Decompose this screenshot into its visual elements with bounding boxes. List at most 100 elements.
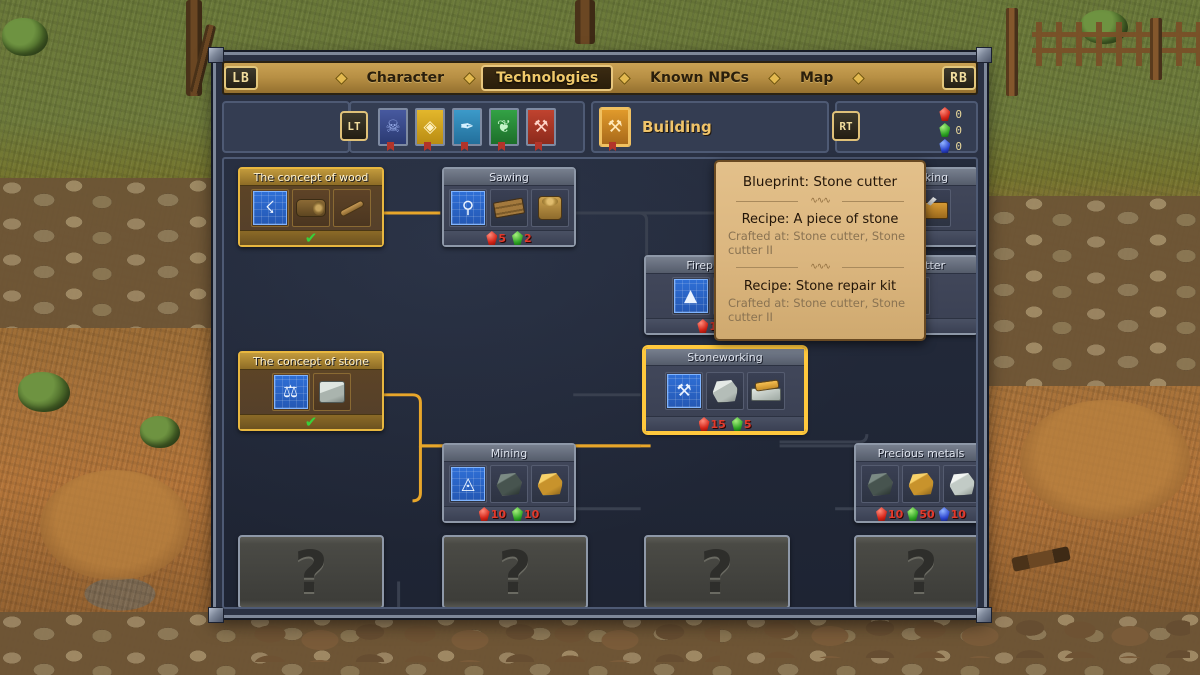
tooltip-divider: ∿∿∿: [728, 196, 912, 206]
green-gem-icon: [939, 123, 951, 137]
tab-known-npcs[interactable]: Known NPCs: [636, 66, 763, 90]
category-book-tool[interactable]: ⚒: [526, 108, 556, 146]
stick-icon: [338, 198, 366, 218]
category-strip-left-panel: [222, 101, 350, 153]
tech-node-title: Sawing: [444, 169, 574, 186]
tech-node-mining[interactable]: Mining ◬ 10 10: [442, 443, 576, 523]
bush-decoration: [140, 416, 180, 448]
category-book-skull[interactable]: ☠: [378, 108, 408, 146]
category-book-plant[interactable]: ❦: [489, 108, 519, 146]
gold-ore-icon: [537, 472, 563, 496]
red-gem-icon: [939, 107, 951, 121]
category-book-list: ☠ ◈ ✒ ❦ ⚒: [349, 101, 585, 153]
item-slot: ⚖: [271, 373, 310, 411]
bush-decoration: [2, 18, 48, 56]
tech-node-icons: ⚒: [646, 366, 804, 416]
rock-decoration: [760, 618, 1190, 658]
plant-icon: ❦: [496, 116, 512, 137]
cost-value: 50: [919, 507, 935, 521]
building-icon: ⚒: [607, 116, 623, 137]
tech-node-icons: [856, 462, 976, 506]
planks-icon: [492, 197, 526, 219]
feather-icon: ✒: [459, 116, 475, 137]
dark-ore-icon: [496, 472, 522, 496]
tech-node-sawing[interactable]: Sawing ⚲ 5 2: [442, 167, 576, 247]
tech-node-status: ✔: [240, 229, 382, 247]
cost-value: 10: [490, 507, 506, 521]
tech-node-precious-metals[interactable]: Precious metals 10 50 10: [854, 443, 976, 523]
tech-node-locked-1[interactable]: ?: [238, 535, 384, 607]
item-slot: [706, 372, 744, 410]
item-slot: ☇: [251, 189, 289, 227]
lb-bumper-button[interactable]: LB: [224, 66, 258, 90]
tooltip-crafted-at-1: Crafted at: Stone cutter, Stone cutter I…: [728, 229, 906, 258]
question-mark-icon: ?: [700, 538, 734, 606]
item-slot: ◬: [449, 465, 487, 503]
stump-icon: [538, 196, 562, 220]
tab-separator-diamond-icon: [618, 71, 632, 85]
item-slot: [333, 189, 371, 227]
item-slot: [292, 189, 330, 227]
item-slot: [902, 465, 940, 503]
cost-value: 10: [524, 507, 540, 521]
category-book-feather[interactable]: ✒: [452, 108, 482, 146]
stone-block-icon: [318, 381, 345, 403]
rt-trigger-button[interactable]: RT: [832, 111, 860, 141]
tooltip-divider: ∿∿∿: [728, 262, 912, 272]
dirt-patch: [1020, 400, 1190, 520]
cost-value: 5: [498, 231, 506, 245]
tech-node-locked-3[interactable]: ?: [644, 535, 790, 607]
cost-red: 10: [876, 507, 903, 521]
cost-blue: 10: [938, 507, 966, 521]
blueprint-ore-icon: ◬: [451, 467, 485, 501]
question-mark-icon: ?: [294, 538, 328, 606]
item-slot: [861, 465, 899, 503]
tab-list: Character Technologies Known NPCs Map: [330, 65, 871, 91]
tech-node-icons: ⚖: [240, 370, 382, 414]
dark-ore-icon: [867, 472, 893, 496]
blueprint-saw-icon: ⚲: [451, 191, 485, 225]
category-strip: ☠ ◈ ✒ ❦ ⚒ ⚒ Building 0 0 0: [222, 99, 978, 155]
cost-green: 10: [512, 507, 539, 521]
tech-node-icons: ☇: [240, 186, 382, 230]
tech-node-cost: 15 5: [646, 416, 804, 431]
tab-map[interactable]: Map: [786, 66, 847, 90]
tab-separator-diamond-icon: [334, 71, 348, 85]
green-gem-value: 0: [955, 123, 962, 137]
blueprint-tooltip: Blueprint: Stone cutter ∿∿∿ Recipe: A pi…: [714, 160, 926, 341]
tooltip-recipe-2: Recipe: Stone repair kit: [743, 278, 897, 294]
green-gem-icon: [907, 507, 919, 521]
frame-corner: [976, 607, 992, 623]
blueprint-fire-icon: ▲: [673, 279, 708, 313]
red-gem-icon: [486, 231, 498, 245]
eye-icon: ◈: [423, 116, 437, 137]
category-book-building[interactable]: ⚒: [600, 108, 630, 146]
green-gem-icon: [512, 231, 523, 245]
tech-node-status: ✔: [240, 413, 382, 431]
tech-node-title: Mining: [444, 445, 574, 462]
tech-node-locked-4[interactable]: ?: [854, 535, 976, 607]
category-book-eye[interactable]: ◈: [415, 108, 445, 146]
tech-node-title: The concept of stone: [240, 353, 382, 370]
tech-node-icons: ⚲: [444, 186, 574, 230]
cost-green: 50: [907, 507, 935, 521]
fence-post: [1150, 18, 1162, 80]
tab-character[interactable]: Character: [353, 66, 458, 90]
silver-ore-icon: [949, 472, 975, 496]
gem-counter-row: 0: [939, 139, 962, 153]
item-slot: [531, 189, 569, 227]
tech-node-concept-of-stone[interactable]: The concept of stone ⚖ ✔: [238, 351, 384, 431]
stone-chunk-icon: [712, 379, 738, 403]
tech-node-stoneworking[interactable]: Stoneworking ⚒ 15 5: [644, 347, 806, 433]
researched-check-icon: ✔: [304, 413, 318, 431]
tech-node-locked-2[interactable]: ?: [442, 535, 588, 607]
tab-technologies[interactable]: Technologies: [481, 65, 614, 91]
rb-bumper-button[interactable]: RB: [942, 66, 976, 90]
lt-trigger-button[interactable]: LT: [340, 111, 368, 141]
red-gem-value: 0: [955, 107, 962, 121]
gold-ore-icon: [908, 472, 934, 496]
tech-node-concept-of-wood[interactable]: The concept of wood ☇ ✔: [238, 167, 384, 247]
item-slot: [490, 465, 528, 503]
fence-decoration: [1032, 22, 1200, 66]
tooltip-title: Blueprint: Stone cutter: [742, 174, 898, 190]
